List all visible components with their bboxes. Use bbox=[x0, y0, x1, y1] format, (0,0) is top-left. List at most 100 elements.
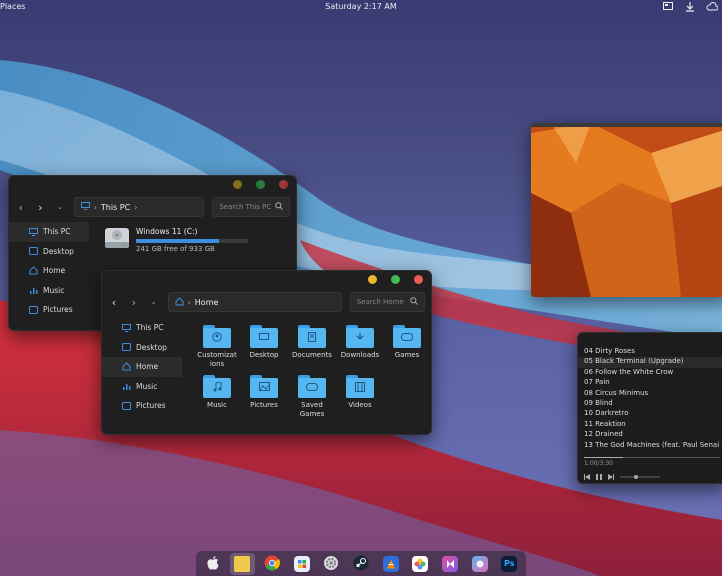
hard-drive-icon bbox=[104, 225, 130, 253]
home-icon bbox=[122, 362, 131, 371]
home-window[interactable]: ‹ › ⌄ › Home Search Home This PC Desktop… bbox=[101, 270, 432, 435]
track-item[interactable]: 10 Darkretro bbox=[578, 409, 722, 419]
search-placeholder: Search Home bbox=[356, 298, 404, 306]
photos-icon bbox=[412, 555, 429, 572]
pause-icon[interactable] bbox=[596, 473, 602, 482]
search-input[interactable]: Search Home bbox=[349, 292, 425, 312]
download-icon bbox=[355, 332, 365, 345]
next-icon[interactable] bbox=[608, 473, 614, 482]
chevron-down-icon[interactable]: ⌄ bbox=[54, 203, 66, 211]
track-item[interactable]: 13 The God Machines (feat. Paul Senai & bbox=[578, 441, 722, 451]
dock-kodi[interactable] bbox=[437, 553, 463, 575]
cloud-icon[interactable] bbox=[706, 1, 718, 12]
back-button[interactable]: ‹ bbox=[15, 201, 27, 214]
film-icon bbox=[355, 381, 365, 395]
dock-settings[interactable] bbox=[319, 553, 345, 575]
volume-slider[interactable] bbox=[620, 473, 660, 482]
folder-videos[interactable]: Videos bbox=[337, 375, 383, 410]
desktop-icon bbox=[122, 343, 131, 352]
pictures-icon bbox=[122, 401, 131, 410]
drive-name: Windows 11 (C:) bbox=[136, 227, 198, 236]
music-note-icon bbox=[213, 381, 222, 395]
folder-desktop[interactable]: Desktop bbox=[241, 325, 287, 360]
app-store-icon bbox=[293, 555, 310, 572]
file-explorer-icon bbox=[234, 555, 251, 572]
dock-steam[interactable] bbox=[348, 553, 374, 575]
dock-photos[interactable] bbox=[407, 553, 433, 575]
sidebar-item-desktop[interactable]: Desktop bbox=[9, 242, 89, 262]
folder-label: Customizations bbox=[197, 351, 237, 368]
track-item[interactable]: 09 Blind bbox=[578, 399, 722, 409]
folder-pictures[interactable]: Pictures bbox=[241, 375, 287, 410]
sidebar-item-home[interactable]: Home bbox=[9, 261, 89, 281]
forward-button[interactable]: › bbox=[35, 201, 47, 214]
address-bar[interactable]: › Home bbox=[167, 292, 342, 312]
sidebar-item-desktop[interactable]: Desktop bbox=[102, 338, 182, 358]
maximize-button[interactable] bbox=[256, 180, 265, 189]
track-item[interactable]: 06 Follow the White Crow bbox=[578, 368, 722, 378]
track-item[interactable]: 12 Drained bbox=[578, 430, 722, 440]
sidebar-item-label: Home bbox=[43, 266, 66, 276]
title-bar[interactable] bbox=[9, 176, 296, 194]
folder-saved-games[interactable]: Saved Games bbox=[289, 375, 335, 418]
dock-apple[interactable] bbox=[200, 553, 226, 575]
track-list[interactable]: 04 Dirty Roses 05 Black Terminal (Upgrad… bbox=[578, 347, 722, 451]
folder-label: Games bbox=[394, 351, 420, 359]
drive-usage-bar bbox=[136, 239, 248, 243]
track-item[interactable]: 11 Reaktion bbox=[578, 420, 722, 430]
previous-icon[interactable] bbox=[584, 473, 590, 482]
sidebar-item-home[interactable]: Home bbox=[102, 357, 182, 377]
search-input[interactable]: Search This PC bbox=[212, 197, 290, 217]
address-bar[interactable]: › This PC › bbox=[73, 197, 205, 217]
track-item[interactable]: 04 Dirty Roses bbox=[578, 347, 722, 357]
music-icon bbox=[122, 382, 131, 391]
sidebar-item-label: Music bbox=[43, 285, 65, 295]
desktop-icon bbox=[29, 247, 38, 256]
dock-app-store[interactable] bbox=[289, 553, 315, 575]
download-icon[interactable] bbox=[684, 1, 696, 12]
dock-vlc[interactable] bbox=[378, 553, 404, 575]
document-icon bbox=[308, 331, 316, 345]
track-item[interactable]: 07 Pain bbox=[578, 378, 722, 388]
dock-chrome[interactable] bbox=[259, 553, 285, 575]
forward-button[interactable]: › bbox=[128, 296, 140, 309]
sidebar-item-label: This PC bbox=[136, 323, 164, 333]
dock: Ps bbox=[196, 551, 526, 576]
drive-item[interactable]: Windows 11 (C:) 241 GB free of 933 GB bbox=[104, 225, 248, 253]
sidebar-item-pictures[interactable]: Pictures bbox=[102, 396, 182, 416]
display-icon[interactable] bbox=[662, 1, 674, 12]
sidebar-item-this-pc[interactable]: This PC bbox=[102, 318, 182, 338]
close-button[interactable] bbox=[279, 180, 288, 189]
sidebar-item-pictures[interactable]: Pictures bbox=[9, 300, 89, 320]
sidebar-item-this-pc[interactable]: This PC bbox=[9, 222, 89, 242]
folder-label: Documents bbox=[292, 351, 332, 359]
track-item[interactable]: 08 Circus Minimus bbox=[578, 389, 722, 399]
sidebar-item-music[interactable]: Music bbox=[9, 281, 89, 301]
sidebar-item-label: This PC bbox=[43, 227, 71, 237]
maximize-button[interactable] bbox=[391, 275, 400, 284]
back-button[interactable]: ‹ bbox=[108, 296, 120, 309]
sidebar-item-music[interactable]: Music bbox=[102, 377, 182, 397]
dock-gimp[interactable] bbox=[467, 553, 493, 575]
folder-customizations[interactable]: Customizations bbox=[194, 325, 240, 368]
folder-music[interactable]: Music bbox=[194, 375, 240, 410]
search-icon bbox=[410, 297, 418, 307]
folder-downloads[interactable]: Downloads bbox=[337, 325, 383, 360]
minimize-button[interactable] bbox=[368, 275, 377, 284]
dock-photoshop[interactable]: Ps bbox=[496, 553, 522, 575]
dock-files[interactable] bbox=[229, 552, 256, 575]
folder-label: Downloads bbox=[340, 351, 380, 359]
music-player-window[interactable]: 04 Dirty Roses 05 Black Terminal (Upgrad… bbox=[577, 332, 722, 484]
address-path: Home bbox=[194, 297, 219, 307]
clock[interactable]: Saturday 2:17 AM bbox=[0, 2, 722, 11]
chevron-down-icon[interactable]: ⌄ bbox=[148, 298, 160, 306]
image-viewer-window[interactable] bbox=[531, 123, 722, 297]
track-item[interactable]: 05 Black Terminal (Upgrade) bbox=[578, 357, 722, 368]
steam-icon bbox=[353, 555, 369, 573]
close-button[interactable] bbox=[414, 275, 423, 284]
title-bar[interactable] bbox=[102, 271, 431, 289]
sidebar-item-label: Music bbox=[136, 381, 158, 391]
folder-documents[interactable]: Documents bbox=[289, 325, 335, 360]
minimize-button[interactable] bbox=[233, 180, 242, 189]
folder-games[interactable]: Games bbox=[384, 325, 430, 360]
